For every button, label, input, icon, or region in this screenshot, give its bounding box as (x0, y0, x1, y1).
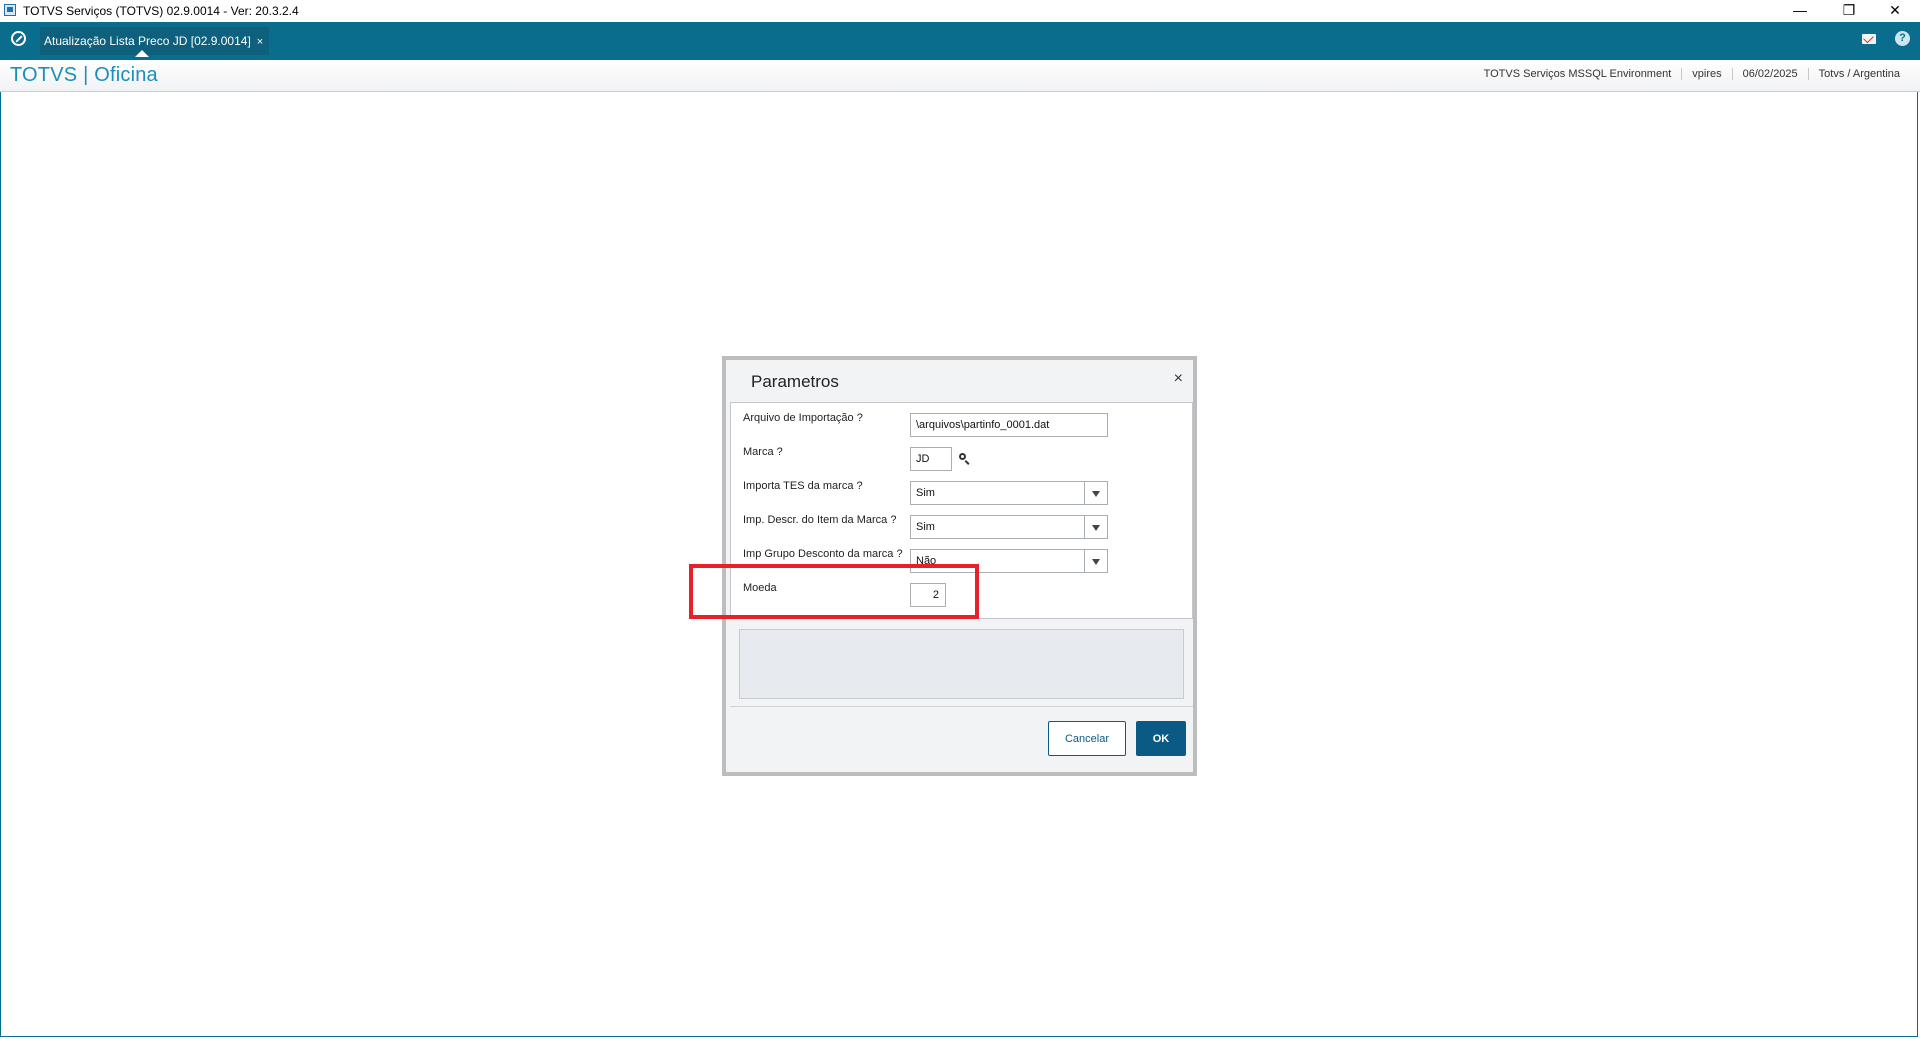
app-icon (4, 4, 16, 16)
dialog-title: Parametros (751, 372, 839, 391)
company-label: Totvs / Argentina (1807, 68, 1910, 80)
cancel-button[interactable]: Cancelar (1048, 721, 1126, 756)
close-window-button[interactable]: ✕ (1872, 0, 1918, 22)
moeda-input[interactable]: 2 (910, 583, 946, 607)
mail-icon[interactable] (1862, 34, 1876, 44)
marca-input[interactable]: JD (910, 447, 952, 471)
header-info: TOTVS Serviços MSSQL Environment vpires … (1474, 68, 1910, 80)
tab-close-icon[interactable]: × (257, 36, 263, 48)
tab-label: Atualização Lista Preco JD [02.9.0014] (44, 34, 251, 48)
tab-bar: Atualização Lista Preco JD [02.9.0014] × … (0, 22, 1920, 60)
chevron-down-icon[interactable] (1084, 550, 1107, 572)
parameters-form: Arquivo de Importação ? \arquivos\partin… (730, 402, 1193, 619)
active-tab-indicator (135, 50, 149, 57)
parametros-dialog: Parametros × Arquivo de Importação ? \ar… (722, 356, 1197, 776)
imp-grupo-desconto-value: Não (916, 555, 937, 567)
tab-atualizacao-lista-preco[interactable]: Atualização Lista Preco JD [02.9.0014] × (40, 27, 270, 55)
label-imp-grupo-desconto: Imp Grupo Desconto da marca ? (743, 548, 903, 560)
imp-descr-item-select[interactable]: Sim (910, 515, 1108, 539)
label-importa-tes: Importa TES da marca ? (743, 480, 863, 492)
chevron-down-icon[interactable] (1084, 516, 1107, 538)
window-titlebar: TOTVS Serviços (TOTVS) 02.9.0014 - Ver: … (0, 0, 1920, 22)
importa-tes-select[interactable]: Sim (910, 481, 1108, 505)
label-marca: Marca ? (743, 446, 783, 458)
dialog-divider (730, 706, 1193, 707)
brand-title: TOTVS | Oficina (10, 64, 158, 86)
chevron-down-icon[interactable] (1084, 482, 1107, 504)
help-icon[interactable]: ? (1895, 31, 1910, 46)
date-label: 06/02/2025 (1731, 68, 1808, 80)
ok-button[interactable]: OK (1136, 721, 1186, 756)
imp-grupo-desconto-select[interactable]: Não (910, 549, 1108, 573)
app-header: TOTVS | Oficina TOTVS Serviços MSSQL Env… (0, 60, 1920, 92)
arquivo-importacao-input[interactable]: \arquivos\partinfo_0001.dat (910, 413, 1108, 437)
window-title: TOTVS Serviços (TOTVS) 02.9.0014 - Ver: … (23, 4, 299, 18)
restore-button[interactable]: ❐ (1826, 0, 1872, 22)
importa-tes-value: Sim (916, 487, 935, 499)
help-text-area (739, 629, 1184, 699)
imp-descr-item-value: Sim (916, 521, 935, 533)
dialog-close-icon[interactable]: × (1174, 370, 1183, 388)
search-icon[interactable] (959, 453, 970, 464)
minimize-button[interactable]: — (1777, 0, 1823, 22)
label-moeda: Moeda (743, 582, 777, 594)
home-icon[interactable] (11, 31, 26, 46)
user-label: vpires (1681, 68, 1731, 80)
label-arquivo-importacao: Arquivo de Importação ? (743, 412, 863, 424)
environment-label: TOTVS Serviços MSSQL Environment (1483, 68, 1672, 80)
label-imp-descr-item: Imp. Descr. do Item da Marca ? (743, 514, 897, 526)
